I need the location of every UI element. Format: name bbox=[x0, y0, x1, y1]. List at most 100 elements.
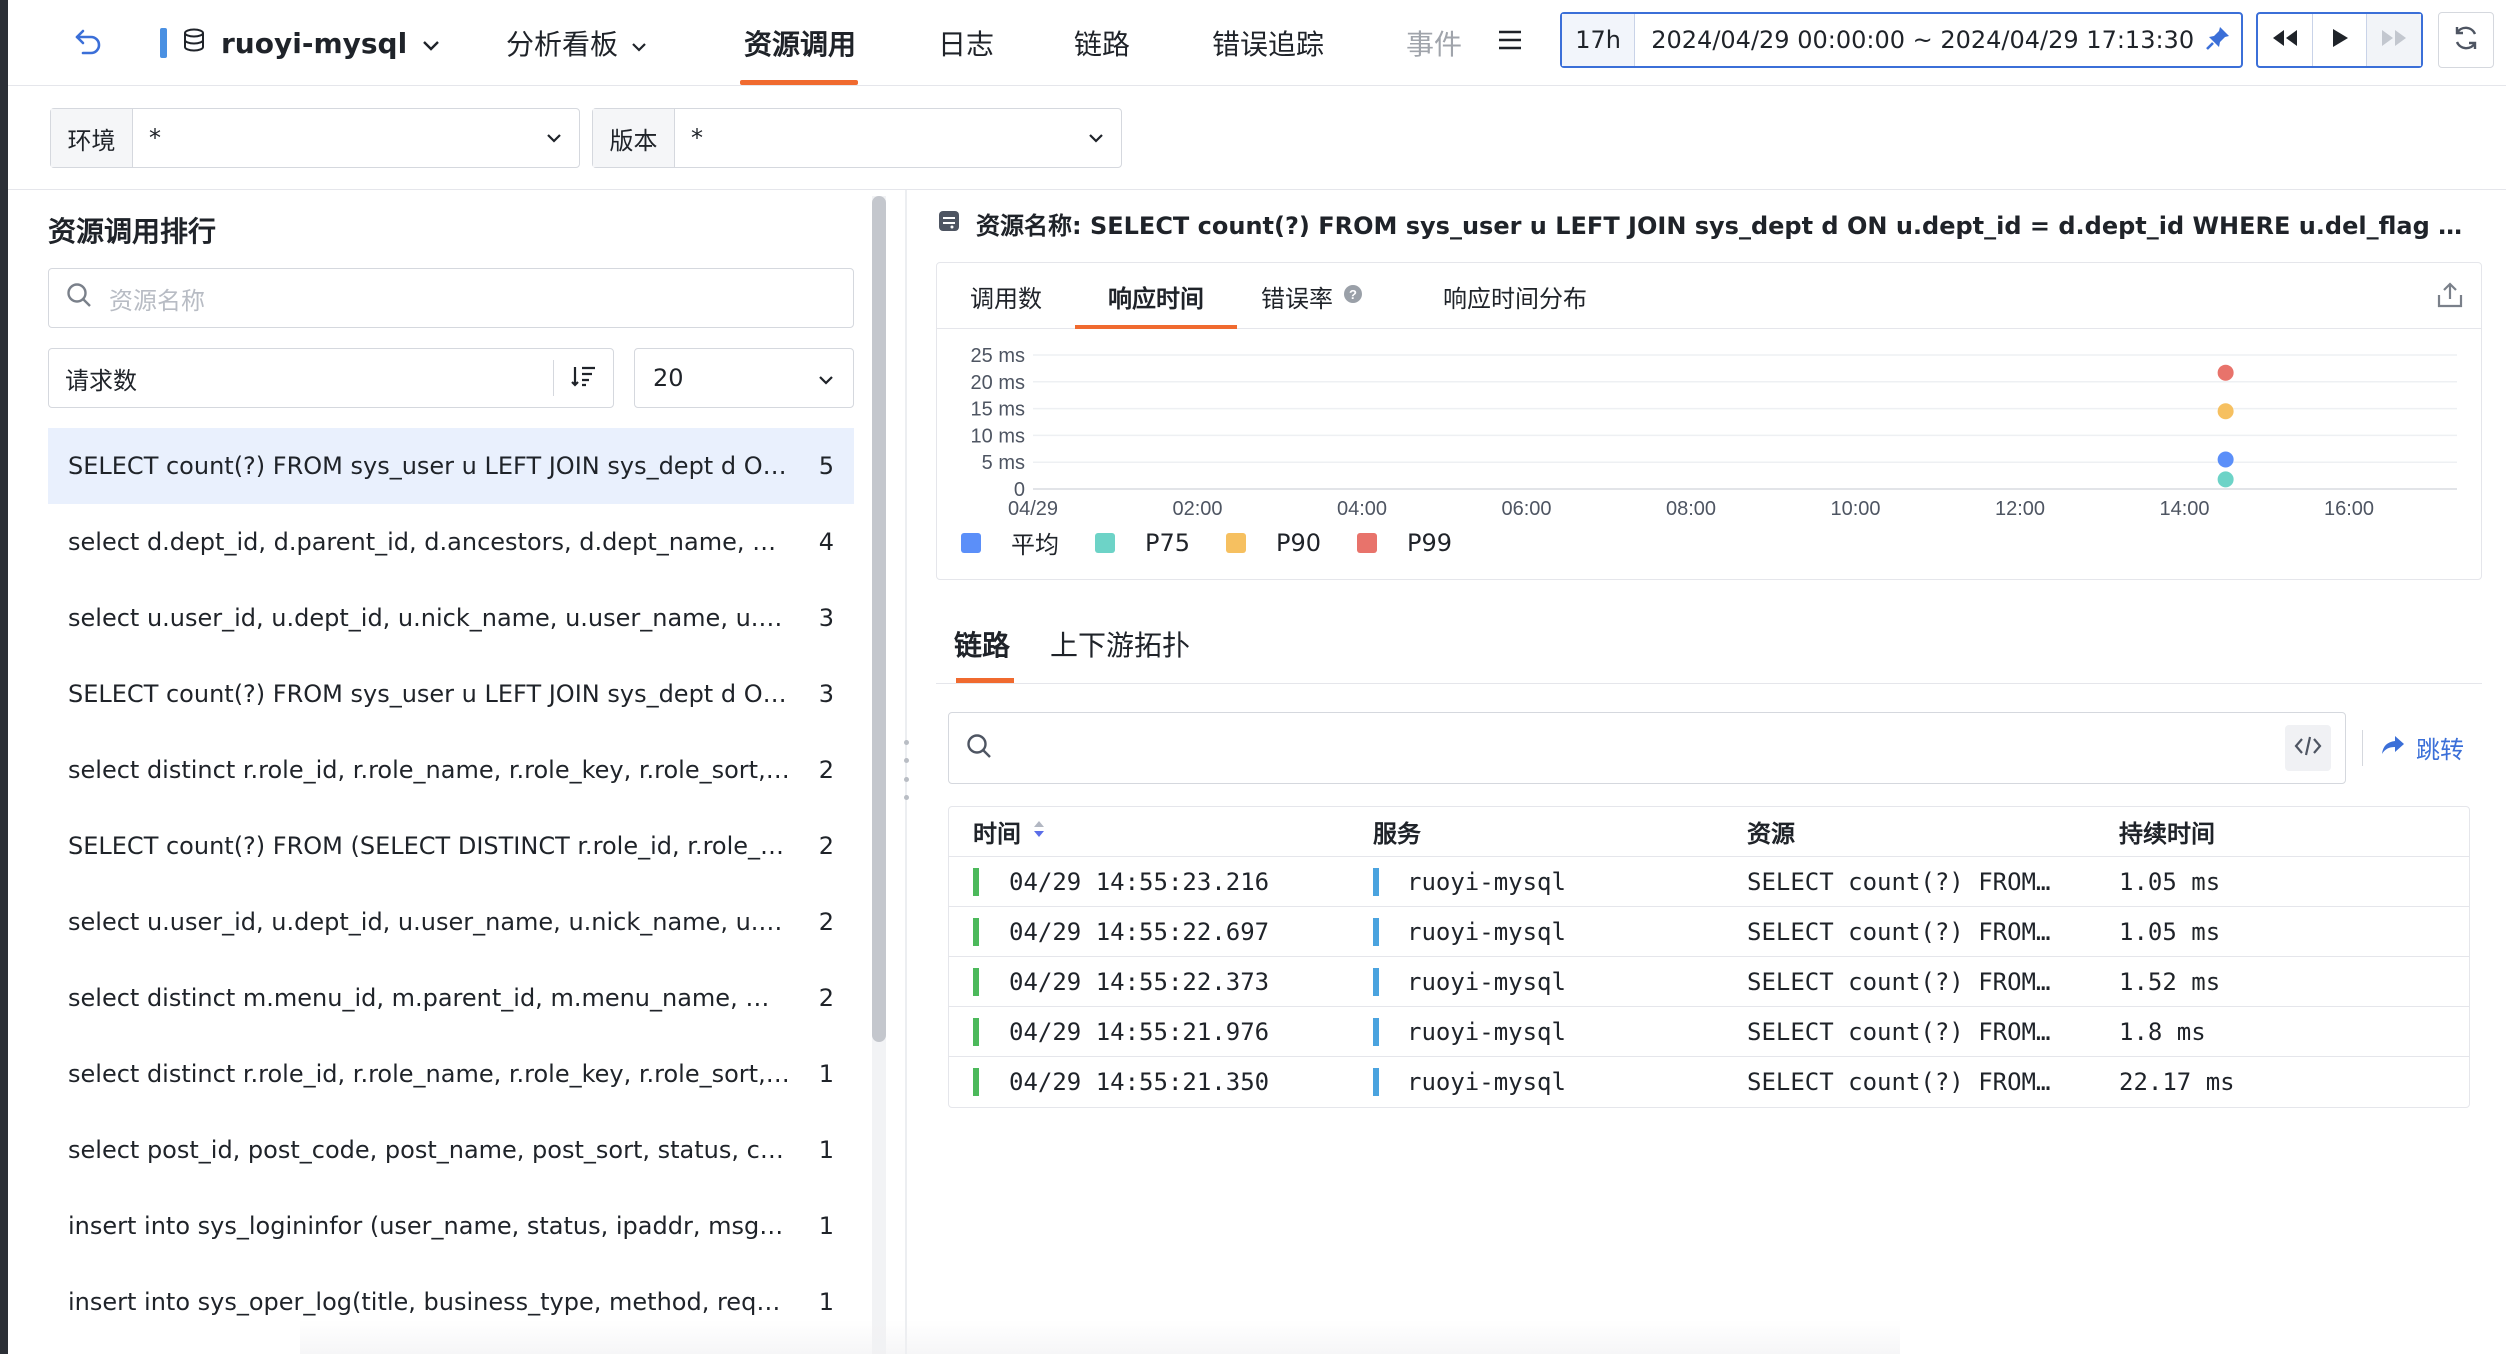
sort-metric-select[interactable]: 请求数 bbox=[48, 348, 614, 408]
cell-time-text: 04/29 14:55:21.350 bbox=[1009, 1068, 1270, 1096]
time-range-short[interactable]: 17h bbox=[1562, 14, 1636, 66]
list-item[interactable]: select distinct m.menu_id, m.parent_id, … bbox=[48, 960, 854, 1036]
legend-item[interactable]: P90 bbox=[1226, 525, 1321, 560]
nav-events-label: 事件 bbox=[1406, 28, 1463, 61]
tab-traces[interactable]: 链路 bbox=[954, 624, 1010, 664]
legend-item[interactable]: P99 bbox=[1357, 525, 1452, 560]
x-tick-label: 08:00 bbox=[1666, 498, 1716, 519]
fast-forward-button[interactable] bbox=[2367, 14, 2422, 66]
table-row[interactable]: 04/29 14:55:23.216 ruoyi-mysql SELECT coun… bbox=[949, 857, 2469, 907]
x-tick-label: 12:00 bbox=[1995, 498, 2045, 519]
back-arrow-icon bbox=[73, 27, 103, 59]
version-filter-value: * bbox=[691, 124, 703, 152]
app-selector[interactable]: ruoyi-mysql bbox=[160, 18, 441, 68]
list-item[interactable]: select post_id, post_code, post_name, po… bbox=[48, 1112, 854, 1188]
query-editor-button[interactable] bbox=[2285, 725, 2331, 771]
version-filter[interactable]: 版本 * bbox=[592, 108, 1122, 168]
jump-link[interactable]: 跳转 bbox=[2380, 730, 2464, 765]
cell-time-text: 04/29 14:55:22.373 bbox=[1009, 967, 1270, 996]
list-item-count: 1 bbox=[818, 1288, 834, 1316]
list-item-count: 4 bbox=[818, 528, 834, 556]
chevron-down-icon bbox=[529, 109, 579, 167]
legend-item[interactable]: 平均 bbox=[961, 525, 1059, 560]
cell-resource: SELECT count(?) FROM sys_user bbox=[1723, 918, 2095, 946]
resource-search-input[interactable]: 资源名称 bbox=[48, 268, 854, 328]
data-point-P90[interactable] bbox=[2217, 403, 2234, 420]
panel-resize-handle[interactable] bbox=[902, 740, 910, 800]
export-icon bbox=[2435, 282, 2465, 313]
list-item[interactable]: select d.dept_id, d.parent_id, d.ancesto… bbox=[48, 504, 854, 580]
list-item[interactable]: select distinct r.role_id, r.role_name, … bbox=[48, 732, 854, 808]
nav-error-tracking[interactable]: 错误追踪 bbox=[1212, 18, 1324, 68]
env-filter[interactable]: 环境 * bbox=[50, 108, 580, 168]
back-button[interactable] bbox=[64, 20, 112, 66]
list-item-count: 1 bbox=[818, 1136, 834, 1164]
hamburger-icon bbox=[1496, 28, 1524, 56]
cell-time: 04/29 14:55:21.976 bbox=[949, 1017, 1349, 1046]
pin-button[interactable] bbox=[2194, 24, 2241, 56]
sort-metric-label: 请求数 bbox=[65, 366, 137, 395]
list-item-text: select u.user_id, u.dept_id, u.nick_name… bbox=[68, 604, 810, 632]
table-row[interactable]: 04/29 14:55:22.373 ruoyi-mysql SELECT coun… bbox=[949, 957, 2469, 1007]
list-item[interactable]: select u.user_id, u.dept_id, u.user_name… bbox=[48, 884, 854, 960]
list-item-text: select distinct r.role_id, r.role_name, … bbox=[68, 1060, 810, 1088]
legend-swatch bbox=[1357, 532, 1378, 553]
time-range-picker[interactable]: 17h 2024/04/29 00:00:00 ~ 2024/04/29 17:… bbox=[1560, 12, 2243, 68]
tab-error-rate[interactable]: 错误率 ? bbox=[1237, 263, 1387, 329]
list-item-count: 5 bbox=[818, 452, 834, 480]
legend-item[interactable]: P75 bbox=[1095, 525, 1190, 560]
rewind-button[interactable] bbox=[2258, 14, 2313, 66]
nav-resource-calls[interactable]: 资源调用 bbox=[744, 18, 856, 68]
x-tick-label: 04:00 bbox=[1337, 498, 1387, 519]
sort-order-button[interactable] bbox=[553, 360, 613, 396]
nav-traces[interactable]: 链路 bbox=[1074, 18, 1130, 68]
list-item[interactable]: insert into sys_logininfor (user_name, s… bbox=[48, 1188, 854, 1264]
tab-topology[interactable]: 上下游拓扑 bbox=[1050, 624, 1190, 664]
list-item[interactable]: select distinct r.role_id, r.role_name, … bbox=[48, 1036, 854, 1112]
tab-response-time[interactable]: 响应时间 bbox=[1075, 263, 1237, 329]
table-row[interactable]: 04/29 14:55:21.350 ruoyi-mysql SELECT coun… bbox=[949, 1057, 2469, 1107]
list-item-text: select post_id, post_code, post_name, po… bbox=[68, 1136, 810, 1164]
nav-resource-calls-label: 资源调用 bbox=[744, 28, 857, 61]
tab-response-distribution[interactable]: 响应时间分布 bbox=[1401, 263, 1629, 329]
table-row[interactable]: 04/29 14:55:21.976 ruoyi-mysql SELECT coun… bbox=[949, 1007, 2469, 1057]
tab-call-count[interactable]: 调用数 bbox=[937, 263, 1075, 329]
y-tick-label: 5 ms bbox=[982, 452, 1025, 474]
list-item-text: SELECT count(?) FROM (SELECT DISTINCT r.… bbox=[68, 832, 810, 860]
time-range-text[interactable]: 2024/04/29 00:00:00 ~ 2024/04/29 17:13:3… bbox=[1635, 26, 2194, 54]
cell-service-text: ruoyi-mysql bbox=[1407, 867, 1566, 896]
export-button[interactable] bbox=[2435, 281, 2465, 313]
nav-dashboard[interactable]: 分析看板 bbox=[506, 18, 648, 68]
nav-events[interactable]: 事件 bbox=[1406, 18, 1462, 68]
nav-logs[interactable]: 日志 bbox=[938, 18, 994, 68]
list-item[interactable]: select u.user_id, u.dept_id, u.nick_name… bbox=[48, 580, 854, 656]
search-icon bbox=[65, 281, 93, 315]
help-icon[interactable]: ? bbox=[1343, 282, 1363, 310]
more-menu-button[interactable] bbox=[1490, 22, 1530, 62]
list-item[interactable]: SELECT count(?) FROM (SELECT DISTINCT r.… bbox=[48, 808, 854, 884]
list-item-count: 2 bbox=[818, 908, 834, 936]
chevron-down-icon bbox=[817, 364, 835, 392]
list-item-text: select d.dept_id, d.parent_id, d.ancesto… bbox=[68, 528, 810, 556]
refresh-button[interactable] bbox=[2438, 12, 2494, 68]
cell-service: ruoyi-mysql bbox=[1349, 1017, 1723, 1046]
col-service: 服务 bbox=[1373, 820, 1421, 848]
x-tick-label: 16:00 bbox=[2324, 498, 2374, 519]
list-item-text: select distinct m.menu_id, m.parent_id, … bbox=[68, 984, 810, 1012]
col-time[interactable]: 时间 bbox=[949, 814, 1349, 849]
data-point-P75[interactable] bbox=[2217, 471, 2234, 488]
table-row[interactable]: 04/29 14:55:22.697 ruoyi-mysql SELECT coun… bbox=[949, 907, 2469, 957]
data-point-P99[interactable] bbox=[2217, 364, 2234, 381]
list-item[interactable]: SELECT count(?) FROM sys_user u LEFT JOI… bbox=[48, 656, 854, 732]
scrollbar-thumb[interactable] bbox=[872, 196, 886, 1042]
nav-active-underline bbox=[740, 80, 858, 85]
y-tick-label: 25 ms bbox=[971, 345, 1025, 367]
play-button[interactable] bbox=[2313, 14, 2368, 66]
top-n-select[interactable]: 20 bbox=[634, 348, 854, 408]
sort-icon[interactable] bbox=[1031, 818, 1047, 846]
resource-title: 资源名称: SELECT count(?) FROM sys_user u LE… bbox=[976, 212, 2482, 240]
list-item[interactable]: SELECT count(?) FROM sys_user u LEFT JOI… bbox=[48, 428, 854, 504]
sort-desc-icon bbox=[570, 364, 597, 392]
trace-search-input[interactable] bbox=[948, 712, 2346, 784]
data-point-平均[interactable] bbox=[2217, 451, 2234, 468]
